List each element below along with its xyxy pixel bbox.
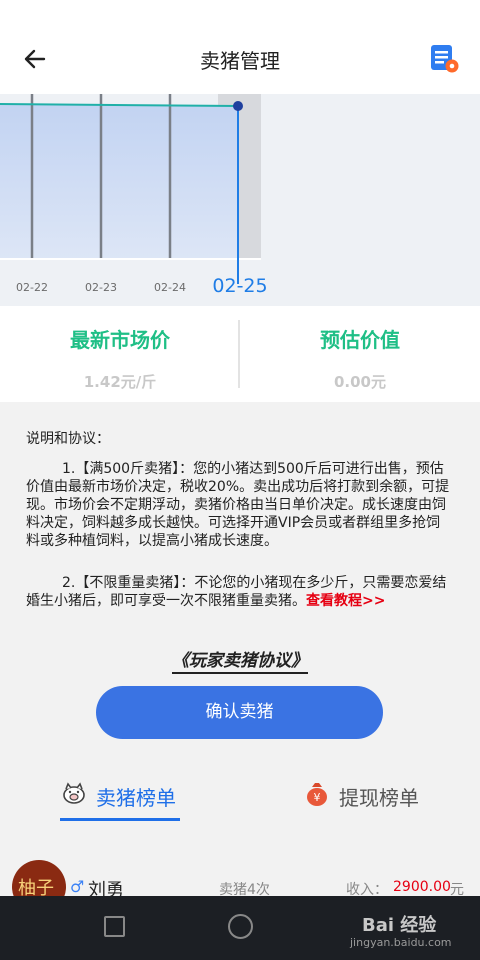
price-chart-svg: 02-22 02-23 02-24 02-25 [0,94,268,297]
money-bag-icon: ¥ [307,783,327,806]
estimate-value: 0.00元 [333,373,386,391]
svg-text:¥: ¥ [314,791,321,804]
description-title: 说明和协议： [26,431,110,447]
agreement-link[interactable]: 《玩家卖猪协议》 [172,651,308,674]
tutorial-link[interactable]: 查看教程>> [306,593,385,609]
estimate-value-block: 预估价值 0.00元 [240,324,480,392]
home-button[interactable] [228,914,253,939]
market-price-label: 最新市场价 [70,328,170,352]
price-summary: 最新市场价 1.42元/斤 预估价值 0.00元 [0,306,480,402]
income-value: 2900.00 [393,879,451,895]
top-bar: 卖猪管理 [0,0,480,94]
tab-label: 卖猪榜单 [96,786,176,810]
estimate-value-label: 预估价值 [320,328,400,352]
x-tick-label: 02-23 [85,281,117,294]
market-price-block: 最新市场价 1.42元/斤 [0,324,240,392]
male-icon: ♂ [70,877,85,896]
document-gear-icon[interactable] [428,42,460,74]
x-tick-label-selected: 02-25 [212,275,267,297]
x-tick-label: 02-24 [154,281,186,294]
pig-icon [63,782,85,804]
x-tick-label: 02-22 [16,281,48,294]
watermark-text: Bai 经验 [362,915,437,936]
description-section: 说明和协议： 1.【满500斤卖猪】：您的小猪达到500斤后可进行出售，预估价值… [0,402,480,822]
recent-apps-button[interactable] [104,916,125,937]
rule-text-1: 1.【满500斤卖猪】：您的小猪达到500斤后可进行出售，预估价值由最新市场价决… [26,461,450,549]
ranking-row[interactable]: 柚子 ♂ 刘勇 卖猪4次 收入： 2900.00 元 [0,822,480,914]
tab-label: 提现榜单 [339,786,419,810]
market-price-value: 1.42元/斤 [83,373,157,391]
system-navigation-bar: Bai 经验 jingyan.baidu.com [0,896,480,960]
rule-paragraph-1: 1.【满500斤卖猪】：您的小猪达到500斤后可进行出售，预估价值由最新市场价决… [26,460,452,550]
confirm-sell-button[interactable]: 确认卖猪 [96,686,383,739]
rule-paragraph-2: 2.【不限重量卖猪】：不论您的小猪现在多少斤，只需要恋爱结婚生小猪后，即可享受一… [26,574,452,610]
selected-point[interactable] [233,101,243,111]
watermark-url: jingyan.baidu.com [350,936,452,949]
agreement-link-wrap: 《玩家卖猪协议》 [0,646,480,674]
price-chart: 02-22 02-23 02-24 02-25 [0,94,480,306]
area-fill [0,104,238,259]
active-tab-indicator [60,818,180,821]
page-title: 卖猪管理 [200,49,280,73]
